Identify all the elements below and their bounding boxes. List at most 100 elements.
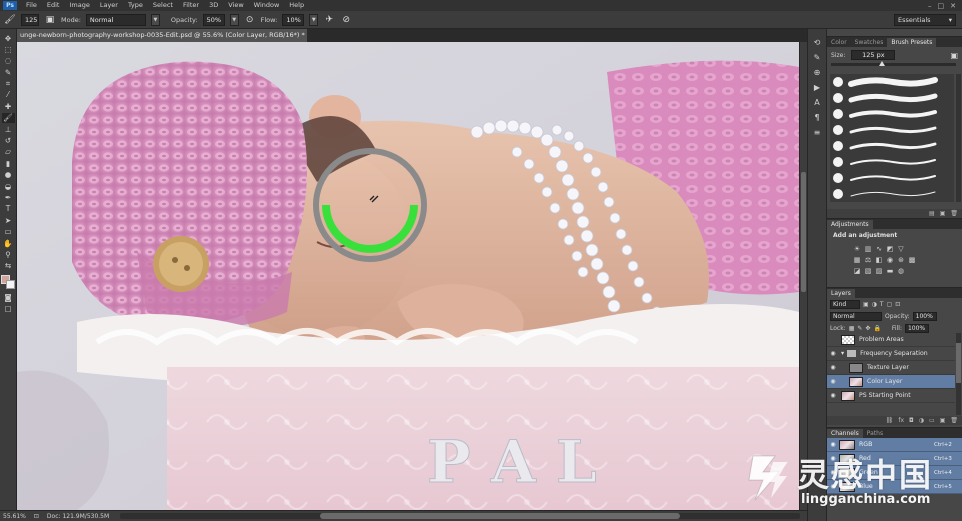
character-icon[interactable]: A <box>811 97 824 108</box>
airbrush-icon[interactable]: ✈ <box>323 14 335 26</box>
menu-image[interactable]: Image <box>64 0 94 11</box>
pressure-size-icon[interactable]: ⊘ <box>340 14 352 26</box>
vertical-scrollbar[interactable] <box>799 42 807 510</box>
add-mask-icon[interactable]: ◘ <box>909 417 914 424</box>
zoom-tool-icon[interactable]: ⚲ <box>2 249 15 259</box>
color-balance-icon[interactable]: ⚖ <box>864 256 872 264</box>
scrollbar-thumb[interactable] <box>320 513 680 519</box>
new-adjustment-icon[interactable]: ◑ <box>919 417 924 424</box>
threshold-icon[interactable]: ▨ <box>875 267 883 275</box>
new-preset-icon[interactable]: ▣ <box>950 51 958 60</box>
eraser-tool-icon[interactable]: ▱ <box>2 147 15 157</box>
color-lookup-icon[interactable]: ▩ <box>908 256 916 264</box>
trash-icon[interactable]: 🗑 <box>950 417 958 424</box>
flow-field[interactable]: 10% <box>282 13 305 26</box>
visibility-eye-icon[interactable]: ◉ <box>827 441 839 448</box>
brush-tool-icon[interactable]: 🖌 <box>4 14 16 26</box>
brush-preset-item[interactable] <box>830 170 954 186</box>
mode-select[interactable]: Normal <box>85 13 146 26</box>
menu-window[interactable]: Window <box>249 0 285 11</box>
layer-fill-field[interactable]: 100% <box>904 323 929 333</box>
new-brush-icon[interactable]: ▣ <box>940 210 946 217</box>
tab-adjustments[interactable]: Adjustments <box>827 220 873 229</box>
smart-object-filter-icon[interactable]: ⊡ <box>895 301 900 308</box>
brush-preset-item[interactable] <box>830 138 954 154</box>
layer-row[interactable]: ◉ Color Layer <box>827 375 955 389</box>
tab-swatches[interactable]: Swatches <box>851 38 888 47</box>
marquee-tool-icon[interactable]: ⬚ <box>2 44 15 54</box>
toggle-brush-panel-icon[interactable]: ▤ <box>929 210 935 217</box>
clone-stamp-tool-icon[interactable]: ⊥ <box>2 124 15 134</box>
levels-icon[interactable]: ▥ <box>864 245 872 253</box>
export-icon[interactable]: ⊡ <box>34 513 39 520</box>
quick-mask-icon[interactable]: ◙ <box>2 292 15 302</box>
visibility-eye-icon[interactable]: ◉ <box>827 378 839 385</box>
exposure-icon[interactable]: ◩ <box>886 245 894 253</box>
layer-name[interactable]: Frequency Separation <box>860 350 928 357</box>
layer-style-icon[interactable]: fx <box>898 417 904 424</box>
layer-list[interactable]: Problem Areas ◉ ▾ Frequency Separation ◉ Text… <box>827 333 955 415</box>
menu-type[interactable]: Type <box>123 0 148 11</box>
opacity-field[interactable]: 50% <box>202 13 225 26</box>
actions-icon[interactable]: ▶ <box>811 82 824 93</box>
layer-name[interactable]: PS Starting Point <box>859 392 911 399</box>
quick-select-tool-icon[interactable]: ✎ <box>2 67 15 77</box>
document-canvas[interactable]: P A L <box>17 42 799 510</box>
type-tool-icon[interactable]: T <box>2 204 15 214</box>
layer-row[interactable]: Problem Areas <box>827 333 955 347</box>
brush-list-scrollbar[interactable] <box>956 74 961 202</box>
visibility-eye-icon[interactable]: ◉ <box>827 350 839 357</box>
brush-preset-list[interactable] <box>830 74 954 202</box>
crop-tool-icon[interactable]: ⌗ <box>2 79 15 89</box>
lock-all-icon[interactable]: 🔒 <box>873 325 880 332</box>
hue-saturation-icon[interactable]: ▦ <box>853 256 861 264</box>
healing-tool-icon[interactable]: ✚ <box>2 101 15 111</box>
black-white-icon[interactable]: ◧ <box>875 256 883 264</box>
new-layer-icon[interactable]: ▣ <box>940 417 946 424</box>
history-brush-tool-icon[interactable]: ↺ <box>2 136 15 146</box>
mode-dropdown-icon[interactable]: ▼ <box>150 13 160 26</box>
scrollbar-thumb[interactable] <box>801 172 806 292</box>
eyedropper-tool-icon[interactable]: ⁄ <box>2 90 15 100</box>
brush-preset-picker[interactable]: 125 <box>21 13 39 26</box>
gradient-map-icon[interactable]: ▬ <box>886 267 894 275</box>
gradient-tool-icon[interactable]: ▮ <box>2 158 15 168</box>
menu-select[interactable]: Select <box>148 0 178 11</box>
pressure-opacity-icon[interactable]: ⊙ <box>244 14 256 26</box>
properties-icon[interactable]: ≡ <box>811 127 824 138</box>
lock-transparent-icon[interactable]: ▦ <box>849 325 855 332</box>
slider-knob[interactable] <box>879 61 885 66</box>
brush-preset-item[interactable] <box>830 122 954 138</box>
brush-size-input[interactable]: 125 px <box>851 50 896 60</box>
color-swatches[interactable] <box>1 275 15 290</box>
layer-opacity-field[interactable]: 100% <box>912 311 937 321</box>
posterize-icon[interactable]: ▧ <box>864 267 872 275</box>
tab-layers[interactable]: Layers <box>827 289 855 298</box>
brightness-icon[interactable]: ☀ <box>853 245 861 253</box>
layer-thumbnail[interactable] <box>849 376 863 387</box>
blend-mode-select[interactable]: Normal <box>830 311 882 321</box>
layer-thumbnail[interactable] <box>841 390 855 401</box>
menu-layer[interactable]: Layer <box>95 0 123 11</box>
trash-icon[interactable]: 🗑 <box>950 210 958 217</box>
pen-tool-icon[interactable]: ✒ <box>2 192 15 202</box>
new-group-icon[interactable]: ▭ <box>929 417 935 424</box>
adjustment-filter-icon[interactable]: ◑ <box>872 301 877 308</box>
group-expand-icon[interactable]: ▾ <box>841 350 844 357</box>
menu-view[interactable]: View <box>223 0 248 11</box>
swap-colors-icon[interactable]: ⇆ <box>2 261 15 271</box>
visibility-eye-icon[interactable]: ◉ <box>827 392 839 399</box>
scrollbar-thumb[interactable] <box>956 343 961 383</box>
move-tool-icon[interactable]: ✥ <box>2 33 15 43</box>
brush-preset-item[interactable] <box>830 74 954 90</box>
paragraph-icon[interactable]: ¶ <box>811 112 824 123</box>
curves-icon[interactable]: ∿ <box>875 245 883 253</box>
tab-channels[interactable]: Channels <box>827 429 863 438</box>
document-tab[interactable]: unge-newborn-photography-workshop-0035-E… <box>17 29 307 42</box>
brush-preset-item[interactable] <box>830 90 954 106</box>
blur-tool-icon[interactable]: ● <box>2 170 15 180</box>
tab-color[interactable]: Color <box>827 38 851 47</box>
hand-tool-icon[interactable]: ✋ <box>2 238 15 248</box>
layer-name[interactable]: Problem Areas <box>859 336 904 343</box>
layer-row[interactable]: ◉ PS Starting Point <box>827 389 955 403</box>
